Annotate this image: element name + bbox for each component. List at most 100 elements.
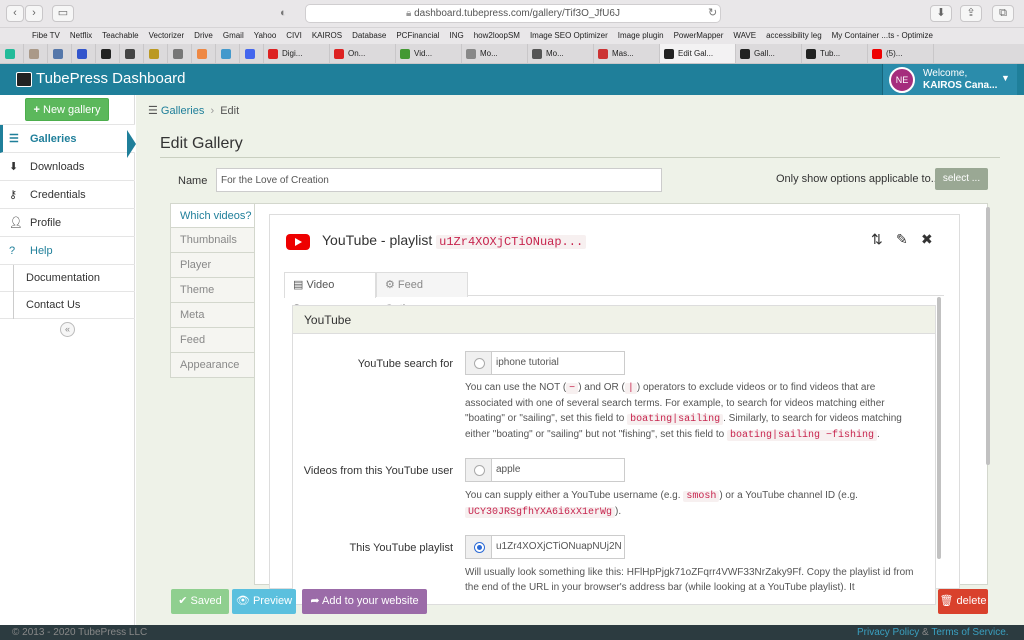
footer-amp: & xyxy=(922,627,929,638)
user-radio[interactable] xyxy=(474,465,485,476)
pinned-tab[interactable] xyxy=(168,44,192,63)
bookmark[interactable]: Image SEO Optimizer xyxy=(530,28,608,44)
bookmark[interactable]: Database xyxy=(352,28,386,44)
pinned-tab[interactable] xyxy=(48,44,72,63)
pinned-tab[interactable] xyxy=(0,44,24,63)
forward-icon[interactable]: › xyxy=(25,5,43,22)
pinned-tab[interactable] xyxy=(216,44,240,63)
sidebar-item-documentation[interactable]: Documentation xyxy=(0,265,135,292)
bookmark[interactable]: KAIROS xyxy=(312,28,342,44)
sidebar-toggle-icon[interactable]: ▭ xyxy=(52,5,74,22)
new-gallery-button[interactable]: + New gallery xyxy=(25,98,109,121)
bookmark[interactable]: ING xyxy=(449,28,463,44)
main-content: ☰ Galleries › Edit Edit Gallery Name Onl… xyxy=(136,95,1024,625)
tab-meta[interactable]: Meta xyxy=(170,303,255,328)
saved-button[interactable]: ✔ Saved xyxy=(171,589,229,614)
key-icon: ⚷ xyxy=(9,189,18,201)
bookmark[interactable]: Gmail xyxy=(223,28,244,44)
browser-tab[interactable]: Tub... xyxy=(802,44,868,63)
tab-thumbnails[interactable]: Thumbnails xyxy=(170,228,255,253)
pinned-tab[interactable] xyxy=(96,44,120,63)
select-options-button[interactable]: select ... xyxy=(935,168,988,190)
browser-tab[interactable]: On... xyxy=(330,44,396,63)
bookmark[interactable]: how2loopSM xyxy=(474,28,520,44)
playlist-radio[interactable] xyxy=(474,542,485,553)
bookmark[interactable]: Fibe TV xyxy=(32,28,60,44)
tab-player[interactable]: Player xyxy=(170,253,255,278)
breadcrumb-separator: › xyxy=(204,105,221,117)
search-field[interactable]: iphone tutorial xyxy=(465,351,625,375)
pinned-tab[interactable] xyxy=(120,44,144,63)
browser-tab[interactable]: Digi... xyxy=(264,44,330,63)
user-field[interactable]: apple xyxy=(465,458,625,482)
app-title[interactable]: TubePress Dashboard xyxy=(36,70,186,87)
terms-link[interactable]: Terms of Service. xyxy=(931,627,1008,638)
user-menu[interactable]: NE Welcome, KAIROS Cana... ▼ xyxy=(882,64,1017,95)
bookmark[interactable]: Drive xyxy=(194,28,213,44)
add-to-website-button[interactable]: ➦ Add to your website xyxy=(302,589,427,614)
tab-theme[interactable]: Theme xyxy=(170,278,255,303)
sidebar-item-galleries[interactable]: ☰ Galleries xyxy=(0,125,135,153)
tab-video-source[interactable]: ▤ Video Source xyxy=(284,272,376,315)
browser-tab[interactable]: (5)... xyxy=(868,44,934,63)
inner-scrollbar[interactable] xyxy=(937,297,941,559)
privacy-link[interactable]: Privacy Policy xyxy=(857,627,919,638)
browser-tab[interactable]: Mas... xyxy=(594,44,660,63)
search-radio[interactable] xyxy=(474,358,485,369)
bookmark[interactable]: My Container ...ts - Optimize xyxy=(832,28,933,44)
bookmark[interactable]: CIVI xyxy=(286,28,302,44)
sidebar-item-downloads[interactable]: ⬇ Downloads xyxy=(0,153,135,181)
tab-appearance[interactable]: Appearance xyxy=(170,353,255,378)
browser-tabs: Digi... On... Vid... Mo... Mo... Mas... Edit G… xyxy=(0,44,1024,64)
sidebar-item-credentials[interactable]: ⚷ Credentials xyxy=(0,181,135,209)
preview-button[interactable]: 👁︎ Preview xyxy=(232,589,296,614)
section-heading: YouTube xyxy=(293,306,935,334)
pinned-tab[interactable] xyxy=(24,44,48,63)
sidebar-item-help[interactable]: ? Help xyxy=(0,237,135,265)
bookmark[interactable]: Netflix xyxy=(70,28,92,44)
welcome-label: Welcome, xyxy=(923,68,968,79)
playlist-field[interactable]: u1Zr4XOXjCTiONuapNUj2N xyxy=(465,535,625,559)
bookmark[interactable]: PCFinancial xyxy=(396,28,439,44)
bookmark[interactable]: Image plugin xyxy=(618,28,664,44)
url-text: dashboard.tubepress.com/gallery/Tif3O_Jf… xyxy=(414,8,620,19)
browser-tab[interactable]: Vid... xyxy=(396,44,462,63)
breadcrumb-current: Edit xyxy=(220,105,240,117)
browser-tab[interactable]: Mo... xyxy=(528,44,594,63)
gallery-name-input[interactable] xyxy=(216,168,662,192)
browser-tab[interactable]: Gall... xyxy=(736,44,802,63)
tabs-overview-icon[interactable]: ⧉ xyxy=(992,5,1014,22)
url-bar[interactable]: 🔒︎ dashboard.tubepress.com/gallery/Tif3O… xyxy=(305,4,721,23)
tab-feed[interactable]: Feed xyxy=(170,328,255,353)
pinned-tab[interactable] xyxy=(192,44,216,63)
pencil-icon[interactable]: ✎ xyxy=(896,231,908,248)
delete-button[interactable]: 🗑︎ delete xyxy=(938,589,988,614)
pinned-tab[interactable] xyxy=(72,44,96,63)
bookmark[interactable]: WAVE xyxy=(733,28,756,44)
sidebar-item-profile[interactable]: 👤︎ Profile xyxy=(0,209,135,237)
copyright: © 2013 - 2020 TubePress LLC xyxy=(12,627,148,638)
tab-which-videos[interactable]: Which videos? xyxy=(170,203,255,228)
browser-tab[interactable]: Mo... xyxy=(462,44,528,63)
bookmark[interactable]: PowerMapper xyxy=(674,28,724,44)
bookmark[interactable]: Teachable xyxy=(102,28,138,44)
bookmark[interactable]: accessibility leg xyxy=(766,28,822,44)
bookmark[interactable]: Vectorizer xyxy=(149,28,185,44)
download-icon[interactable]: ⬇ xyxy=(930,5,952,22)
bookmark[interactable]: Yahoo xyxy=(254,28,277,44)
sort-icon[interactable]: ⇅ xyxy=(871,231,883,248)
breadcrumb-galleries-link[interactable]: Galleries xyxy=(161,105,204,117)
reload-icon[interactable]: ↻ xyxy=(708,6,717,19)
close-icon[interactable]: ✖ xyxy=(921,231,933,248)
tab-feed-options[interactable]: ⚙ Feed Options xyxy=(376,272,468,315)
pinned-tab[interactable] xyxy=(144,44,168,63)
browser-tab-active[interactable]: Edit Gal... xyxy=(660,44,736,63)
collapse-sidebar-icon[interactable]: « xyxy=(60,322,75,337)
sidebar-item-contact-us[interactable]: Contact Us xyxy=(0,292,135,319)
share-icon[interactable]: ⇪ xyxy=(960,5,982,22)
back-icon[interactable]: ‹ xyxy=(6,5,24,22)
pinned-tab[interactable] xyxy=(240,44,264,63)
caret-down-icon: ▼ xyxy=(1001,73,1010,83)
outer-scrollbar[interactable] xyxy=(986,207,990,465)
list-icon: ☰ xyxy=(148,105,161,117)
